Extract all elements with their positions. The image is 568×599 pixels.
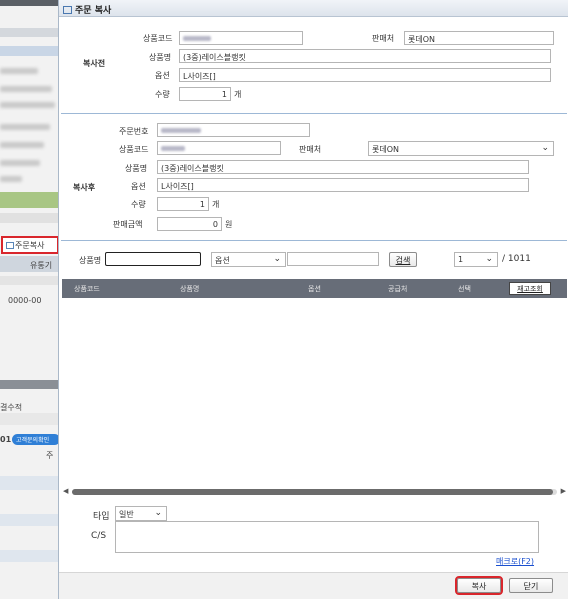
macro-link[interactable]: 매크로(F2): [496, 556, 534, 567]
bg-blurred-text: [0, 86, 52, 92]
bg-blurred-text: [0, 102, 55, 108]
scroll-left-icon[interactable]: ◀: [63, 487, 68, 495]
bg-blurred-text: [0, 68, 38, 74]
product-grid-header: 상품코드 상품명 옵션 공급처 선택 재고조회: [62, 279, 567, 298]
col-option[interactable]: 옵션: [308, 284, 321, 294]
section-divider: [61, 113, 567, 114]
blurred-value: [161, 146, 185, 151]
background-app: 주문복사 유통기 0000-00 결수적 01 고객문의확인 주: [0, 0, 60, 599]
dialog-title: 주문 복사: [75, 6, 112, 16]
type-select[interactable]: 일반 ⌄: [115, 506, 167, 521]
col-select[interactable]: 선택: [458, 284, 471, 294]
bg-row-number: 01: [0, 435, 12, 444]
before-qty-field[interactable]: 1: [179, 87, 231, 101]
search-option-input[interactable]: [287, 252, 379, 266]
bg-header-bar: [0, 0, 60, 6]
chevron-down-icon: ⌄: [541, 143, 549, 153]
after-order-no-label: 주문번호: [119, 127, 149, 136]
before-product-name-label: 상품명: [149, 53, 172, 62]
before-product-code-label: 상품코드: [143, 34, 173, 43]
search-button[interactable]: 검색: [389, 252, 417, 267]
chevron-down-icon: ⌄: [485, 254, 493, 264]
col-product-name[interactable]: 상품명: [180, 284, 199, 294]
section-divider: [61, 240, 567, 241]
before-option-field[interactable]: L사이즈[]: [179, 68, 551, 82]
scroll-right-icon[interactable]: ▶: [561, 487, 566, 495]
bg-cell-text: 주: [46, 451, 54, 460]
before-qty-unit: 개: [234, 90, 242, 99]
bg-row: [0, 276, 60, 285]
bg-status-pill: 고객문의확인: [12, 434, 60, 445]
bg-order-copy-button[interactable]: 주문복사: [1, 236, 59, 254]
bg-row: [0, 550, 60, 562]
bg-blurred-text: [0, 160, 40, 166]
search-product-name-label: 상품명: [79, 256, 102, 265]
after-product-name-field[interactable]: (3중)레이스블랭킷: [157, 160, 529, 174]
bg-blurred-text: [0, 142, 44, 148]
bg-date-value: 0000-00: [8, 296, 42, 305]
before-seller-label: 판매처: [372, 34, 395, 43]
after-option-field[interactable]: L사이즈[]: [157, 178, 529, 192]
bg-row: [0, 413, 60, 425]
bg-blurred-text: [0, 124, 50, 130]
order-copy-dialog: 주문 복사 복사전 상품코드 판매처 롯데ON 상품명 (3중)레이스블랭킷 옵…: [58, 0, 568, 599]
chevron-down-icon: ⌄: [273, 254, 281, 264]
col-product-code[interactable]: 상품코드: [74, 284, 100, 294]
before-option-label: 옵션: [155, 71, 170, 80]
bg-toolbar: [0, 28, 60, 37]
after-section-label: 복사후: [73, 183, 96, 192]
blurred-value: [183, 36, 211, 41]
bg-row-highlight: [0, 46, 60, 56]
blurred-value: [161, 128, 201, 133]
dialog-footer: 복사 닫기: [59, 572, 568, 599]
bg-row: [0, 476, 60, 490]
copy-button[interactable]: 복사: [455, 576, 503, 595]
bg-row: [0, 213, 60, 223]
close-button[interactable]: 닫기: [509, 578, 553, 593]
chevron-down-icon: ⌄: [154, 508, 162, 518]
bg-blurred-text: [0, 176, 22, 182]
copy-icon: [6, 242, 14, 249]
before-seller-field[interactable]: 롯데ON: [404, 31, 554, 45]
copy-icon: [63, 6, 72, 14]
page-total: / 1011: [502, 254, 531, 264]
scroll-thumb[interactable]: [72, 489, 553, 495]
dialog-titlebar[interactable]: 주문 복사: [59, 0, 568, 17]
bg-filter-label[interactable]: 결수적: [0, 402, 22, 413]
bg-row: [0, 514, 60, 526]
after-product-code-label: 상품코드: [119, 145, 149, 154]
after-option-label: 옵션: [131, 182, 146, 191]
after-order-no-field[interactable]: [157, 123, 310, 137]
after-sale-amount-label: 판매금액: [113, 220, 143, 229]
after-seller-select[interactable]: 롯데ON ⌄: [368, 141, 554, 156]
grid-horizontal-scrollbar[interactable]: ◀ ▶: [62, 486, 567, 497]
bg-divider: [0, 380, 60, 389]
after-product-code-field[interactable]: [157, 141, 281, 155]
before-section-label: 복사전: [83, 59, 106, 68]
after-qty-unit: 개: [212, 200, 220, 209]
before-qty-label: 수량: [155, 90, 170, 99]
before-product-code-field[interactable]: [179, 31, 303, 45]
after-sale-amount-unit: 원: [225, 220, 233, 229]
cs-label: C/S: [91, 531, 107, 541]
col-supplier[interactable]: 공급처: [388, 284, 407, 294]
after-qty-label: 수량: [131, 200, 146, 209]
search-option-select[interactable]: 옵션 ⌄: [211, 252, 286, 267]
page-select[interactable]: 1 ⌄: [454, 252, 498, 267]
bg-column-label: 유통기: [30, 261, 53, 270]
after-seller-label: 판매처: [299, 145, 322, 154]
after-sale-amount-field[interactable]: 0: [157, 217, 222, 231]
product-grid-body[interactable]: [62, 298, 567, 484]
cs-textarea[interactable]: [115, 521, 539, 553]
after-product-name-label: 상품명: [125, 164, 148, 173]
after-qty-field[interactable]: 1: [157, 197, 209, 211]
type-label: 타입: [93, 512, 110, 522]
bg-green-band: [0, 192, 60, 208]
stock-check-button[interactable]: 재고조회: [509, 282, 551, 295]
search-product-name-input[interactable]: [105, 252, 201, 266]
before-product-name-field[interactable]: (3중)레이스블랭킷: [179, 49, 551, 63]
